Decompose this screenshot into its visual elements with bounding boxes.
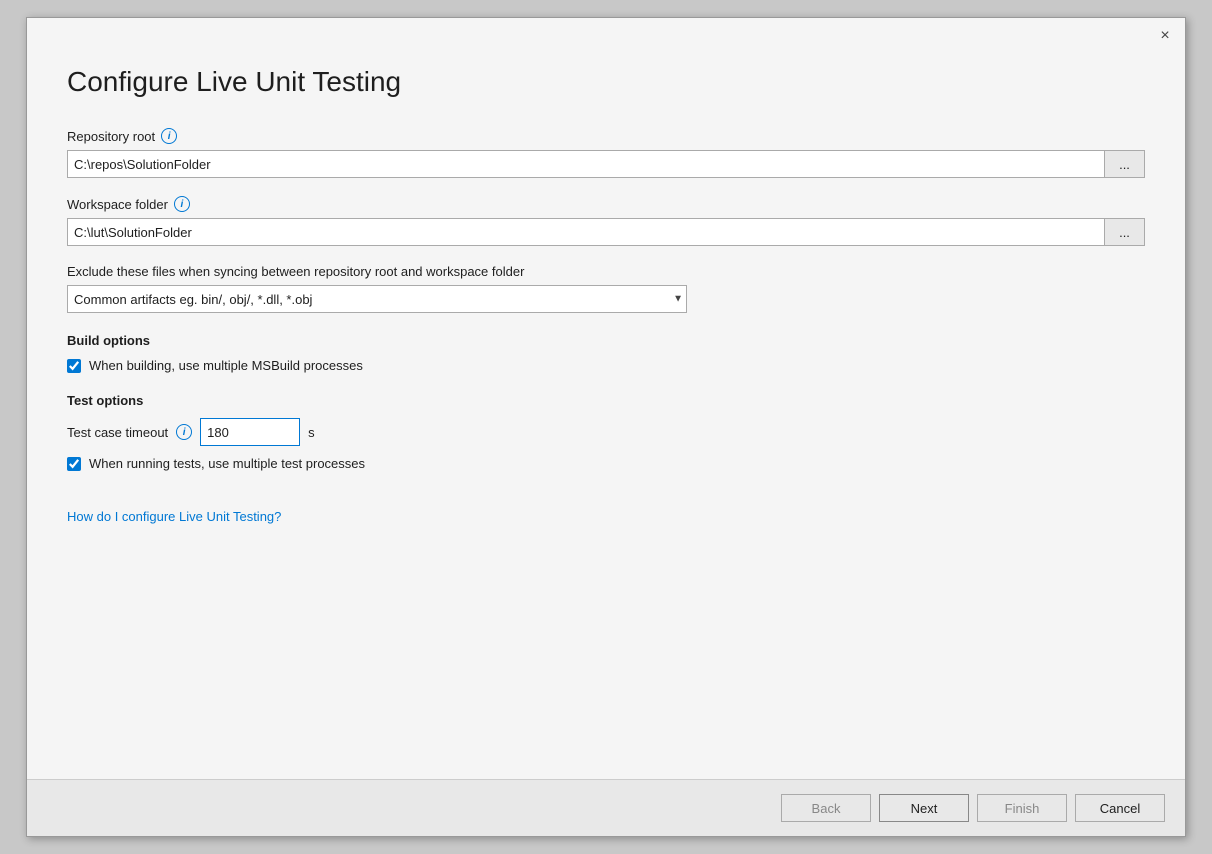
exclude-files-group: Exclude these files when syncing between… [67,264,1145,313]
test-case-timeout-info-icon[interactable]: i [176,424,192,440]
test-case-timeout-row: Test case timeout i s [67,418,1145,446]
exclude-files-dropdown-wrapper: Common artifacts eg. bin/, obj/, *.dll, … [67,285,687,313]
workspace-folder-info-icon[interactable]: i [174,196,190,212]
multiple-msbuild-checkbox[interactable] [67,359,81,373]
finish-button[interactable]: Finish [977,794,1067,822]
title-bar: × [27,18,1185,46]
help-link[interactable]: How do I configure Live Unit Testing? [67,509,281,524]
multiple-msbuild-row: When building, use multiple MSBuild proc… [67,358,1145,373]
workspace-folder-group: Workspace folder i ... [67,196,1145,246]
multiple-test-processes-label: When running tests, use multiple test pr… [89,456,365,471]
dialog-title: Configure Live Unit Testing [67,66,1145,98]
test-case-timeout-input[interactable] [200,418,300,446]
close-button[interactable]: × [1155,26,1175,46]
repository-root-label: Repository root i [67,128,1145,144]
repository-root-input-row: ... [67,150,1145,178]
multiple-test-processes-checkbox[interactable] [67,457,81,471]
workspace-folder-label: Workspace folder i [67,196,1145,212]
repository-root-input[interactable] [67,150,1105,178]
repository-root-browse-button[interactable]: ... [1105,150,1145,178]
test-options-heading: Test options [67,393,1145,408]
workspace-folder-input[interactable] [67,218,1105,246]
next-button[interactable]: Next [879,794,969,822]
exclude-files-dropdown[interactable]: Common artifacts eg. bin/, obj/, *.dll, … [67,285,687,313]
back-button[interactable]: Back [781,794,871,822]
multiple-msbuild-label: When building, use multiple MSBuild proc… [89,358,363,373]
cancel-button[interactable]: Cancel [1075,794,1165,822]
build-options-heading: Build options [67,333,1145,348]
test-case-timeout-label-text: Test case timeout [67,425,168,440]
workspace-folder-input-row: ... [67,218,1145,246]
workspace-folder-browse-button[interactable]: ... [1105,218,1145,246]
repository-root-label-text: Repository root [67,129,155,144]
multiple-test-processes-row: When running tests, use multiple test pr… [67,456,1145,471]
workspace-folder-label-text: Workspace folder [67,197,168,212]
test-case-timeout-unit: s [308,425,315,440]
configure-live-unit-testing-dialog: × Configure Live Unit Testing Repository… [26,17,1186,837]
dialog-content: Configure Live Unit Testing Repository r… [27,46,1185,779]
exclude-files-description: Exclude these files when syncing between… [67,264,1145,279]
dialog-footer: Back Next Finish Cancel [27,779,1185,836]
repository-root-info-icon[interactable]: i [161,128,177,144]
repository-root-group: Repository root i ... [67,128,1145,178]
